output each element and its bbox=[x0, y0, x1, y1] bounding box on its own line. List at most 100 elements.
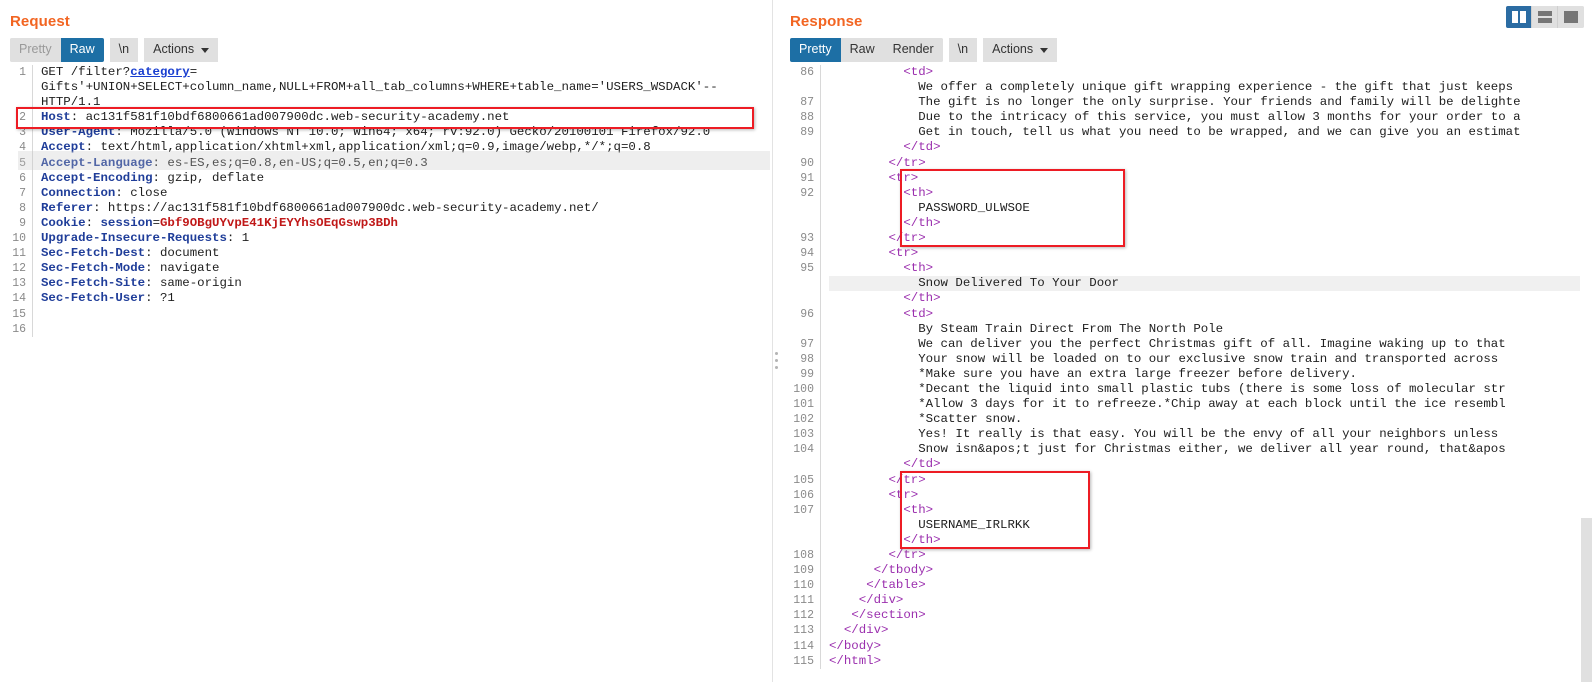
chevron-down-icon bbox=[201, 48, 210, 53]
code-line: Sec-Fetch-Site: same-origin bbox=[41, 276, 242, 291]
line-number: 86 bbox=[800, 66, 814, 79]
code-line: </div> bbox=[858, 593, 904, 608]
line-number: 95 bbox=[800, 262, 814, 276]
code-line: <th> bbox=[903, 261, 934, 276]
code-line: Gifts'+UNION+SELECT+column_name,NULL+FRO… bbox=[41, 80, 718, 95]
line-number: 98 bbox=[800, 352, 814, 366]
code-line: Upgrade-Insecure-Requests: 1 bbox=[41, 231, 250, 246]
line-number: 92 bbox=[800, 186, 814, 200]
line-number: 9 bbox=[19, 216, 26, 230]
response-render-button[interactable]: Render bbox=[883, 38, 943, 62]
code-line: *Decant the liquid into small plastic tu… bbox=[918, 381, 1506, 396]
response-code-area[interactable]: 86 87 88 89 90 91 92 93 94 95 96 97 98 99 100 101 102 103… bbox=[780, 65, 1593, 677]
code-line: <th> bbox=[903, 185, 934, 200]
request-code-content[interactable]: GET /filter?category= Gifts'+UNION+SELECT… bbox=[33, 65, 773, 337]
line-number: 8 bbox=[19, 201, 26, 215]
response-code-content[interactable]: <td> We offer a completely unique gift w… bbox=[821, 65, 1593, 669]
response-vertical-scrollbar[interactable] bbox=[1580, 40, 1593, 682]
code-line: <th> bbox=[903, 502, 934, 517]
code-line: HTTP/1.1 bbox=[41, 95, 101, 110]
panel-divider-grip[interactable] bbox=[775, 348, 779, 374]
line-number: 16 bbox=[12, 322, 26, 336]
line-number: 109 bbox=[793, 564, 814, 578]
split-horizontal-icon bbox=[1537, 11, 1552, 23]
line-number: 113 bbox=[793, 624, 814, 638]
code-line: *Make sure you have an extra large freez… bbox=[918, 366, 1357, 381]
response-view-mode-group[interactable]: Pretty Raw Render bbox=[790, 38, 943, 62]
line-number: 99 bbox=[800, 367, 814, 381]
code-line: </div> bbox=[843, 623, 889, 638]
chevron-down-icon bbox=[1040, 48, 1049, 53]
line-number: 10 bbox=[12, 232, 26, 246]
line-number bbox=[780, 322, 814, 337]
code-line: </tr> bbox=[888, 548, 926, 562]
code-line: Snow Delivered To Your Door bbox=[829, 276, 1593, 292]
code-line: USERNAME_IRLRKK bbox=[918, 517, 1030, 532]
line-number: 12 bbox=[12, 262, 26, 276]
line-number: 115 bbox=[793, 654, 814, 668]
code-line: </body> bbox=[829, 638, 882, 653]
line-number: 6 bbox=[19, 171, 26, 185]
line-number: 14 bbox=[12, 292, 26, 306]
line-number bbox=[780, 140, 814, 155]
layout-toggle-group[interactable] bbox=[1506, 6, 1584, 28]
code-line: GET /filter?category= bbox=[41, 65, 198, 79]
request-view-mode-group[interactable]: Pretty Raw bbox=[10, 38, 104, 62]
response-toolbar: Pretty Raw Render \n Actions bbox=[780, 30, 1593, 62]
code-line: <td> bbox=[903, 65, 934, 79]
code-line: </td> bbox=[903, 457, 941, 472]
request-pretty-button[interactable]: Pretty bbox=[10, 38, 61, 62]
line-number: 97 bbox=[800, 337, 814, 351]
code-line: Accept-Language: es-ES,es;q=0.8,en-US;q=… bbox=[41, 155, 428, 170]
line-number: 105 bbox=[793, 473, 814, 487]
request-code-area[interactable]: 1 2 3 4 5 6 7 8 9 10 11 12 13 14 15 16 GET /filter?cate… bbox=[0, 65, 772, 677]
code-line: Referer: https://ac131f581f10bdf6800661a… bbox=[41, 200, 599, 215]
response-actions-label: Actions bbox=[992, 42, 1034, 56]
request-newline-button[interactable]: \n bbox=[109, 38, 139, 62]
line-number: 108 bbox=[793, 549, 814, 562]
response-pretty-button[interactable]: Pretty bbox=[790, 38, 841, 62]
line-number: 15 bbox=[12, 307, 26, 321]
line-number bbox=[780, 80, 814, 95]
code-line: <tr> bbox=[888, 487, 919, 502]
code-line: <tr> bbox=[888, 246, 919, 261]
split-horizontal-icon-button[interactable] bbox=[1532, 6, 1558, 28]
line-number: 93 bbox=[800, 232, 814, 246]
line-number: 89 bbox=[800, 126, 814, 140]
single-pane-icon-button[interactable] bbox=[1558, 6, 1584, 28]
line-number bbox=[780, 518, 814, 533]
code-line: </html> bbox=[829, 653, 882, 668]
line-number: 101 bbox=[793, 398, 814, 412]
code-line: <td> bbox=[903, 306, 934, 321]
code-line: </tbody> bbox=[873, 563, 934, 578]
line-number: 90 bbox=[800, 156, 814, 170]
line-number bbox=[0, 80, 26, 95]
code-line: *Scatter snow. bbox=[918, 412, 1023, 427]
request-actions-label: Actions bbox=[153, 42, 195, 56]
code-line: User-Agent: Mozilla/5.0 (Windows NT 10.0… bbox=[41, 125, 711, 140]
code-line: </tr> bbox=[888, 472, 926, 487]
code-line: Get in touch, tell us what you need to b… bbox=[918, 125, 1521, 140]
line-number: 112 bbox=[793, 609, 814, 623]
split-vertical-icon bbox=[1511, 11, 1526, 23]
code-line: We can deliver you the perfect Christmas… bbox=[918, 336, 1506, 351]
code-line: By Steam Train Direct From The North Pol… bbox=[918, 321, 1224, 336]
request-toolbar: Pretty Raw \n Actions bbox=[0, 30, 772, 62]
code-line: </tr> bbox=[888, 231, 926, 246]
response-newline-button[interactable]: \n bbox=[948, 38, 978, 62]
response-raw-button[interactable]: Raw bbox=[840, 38, 884, 62]
request-raw-button[interactable]: Raw bbox=[60, 38, 104, 62]
request-line-numbers: 1 2 3 4 5 6 7 8 9 10 11 12 13 14 15 16 bbox=[0, 65, 33, 337]
line-number: 5 bbox=[19, 156, 26, 170]
response-actions-button[interactable]: Actions bbox=[983, 38, 1058, 62]
line-number bbox=[780, 201, 814, 216]
code-line: The gift is no longer the only surprise.… bbox=[918, 95, 1521, 110]
response-scrollbar-thumb[interactable] bbox=[1581, 518, 1592, 682]
code-line: </th> bbox=[903, 291, 941, 306]
split-vertical-icon-button[interactable] bbox=[1506, 6, 1532, 28]
response-line-numbers: 86 87 88 89 90 91 92 93 94 95 96 97 98 99 100 101 102 103… bbox=[780, 65, 821, 669]
request-actions-button[interactable]: Actions bbox=[144, 38, 219, 62]
burp-repeater-window: Request Pretty Raw \n Actions 1234567891… bbox=[0, 0, 1593, 682]
line-number: 110 bbox=[793, 579, 814, 593]
